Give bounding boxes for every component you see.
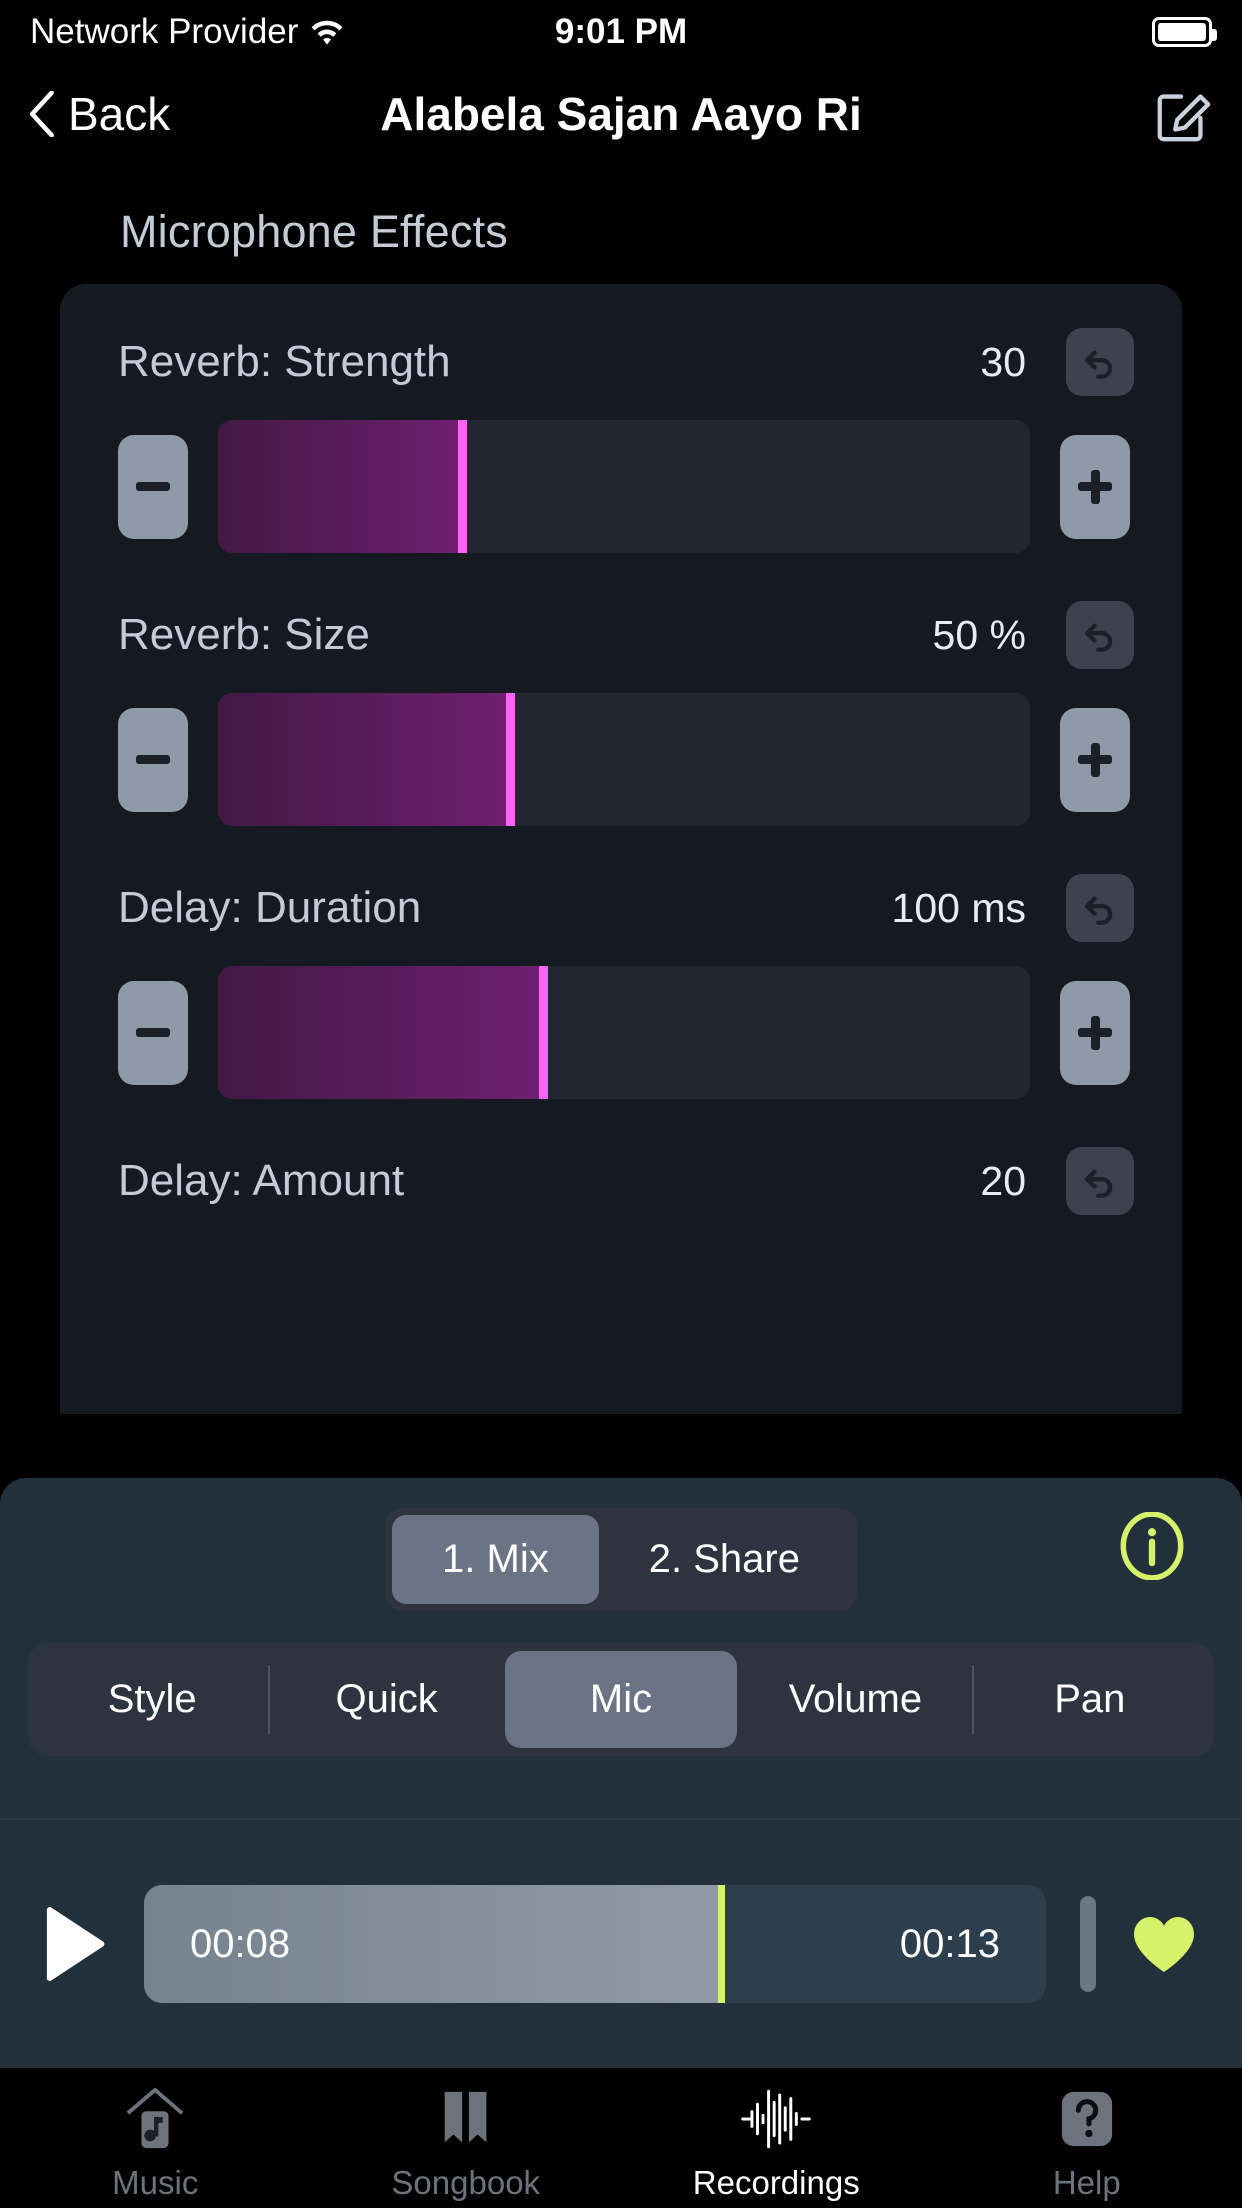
tab-bar-item-recordings[interactable]: Recordings (621, 2082, 932, 2202)
effect-header: Reverb: Strength 30 (60, 302, 1182, 402)
tab-bar-label: Recordings (692, 2164, 860, 2201)
slider-indicator (506, 693, 516, 826)
progress-playhead (718, 1885, 726, 2003)
tab-bar-item-help[interactable]: Help (932, 2082, 1242, 2202)
undo-reset-icon (1084, 896, 1113, 925)
play-icon[interactable] (44, 1906, 106, 1982)
status-bar-right (1152, 17, 1217, 47)
reset-button[interactable] (1066, 328, 1134, 396)
tab-bar-label: Music (112, 2164, 199, 2201)
drag-handle-icon[interactable] (1080, 1896, 1096, 1992)
undo-reset-icon (1084, 1169, 1113, 1198)
effect-row: Reverb: Strength 30 (60, 302, 1182, 575)
info-circle-icon[interactable] (1118, 1512, 1186, 1580)
effect-slider-track[interactable] (218, 966, 1030, 1099)
back-button-label: Back (68, 88, 171, 140)
back-button[interactable]: Back (28, 87, 170, 141)
decrement-button[interactable] (118, 980, 188, 1085)
chevron-left-icon (29, 91, 54, 137)
undo-reset-icon (1084, 623, 1113, 652)
effect-value: 20 (980, 1157, 1026, 1204)
elapsed-time: 00:08 (190, 1921, 291, 1966)
category-segmented-control: Style Quick Mic Volume Pan (28, 1643, 1214, 1756)
effect-row: Reverb: Size 50 % (60, 575, 1182, 848)
effect-label: Delay: Duration (118, 883, 422, 932)
effect-value: 30 (980, 338, 1026, 385)
increment-button[interactable] (1060, 980, 1130, 1085)
effect-slider-row (60, 402, 1182, 575)
effect-slider-row (60, 675, 1182, 848)
effect-label: Reverb: Strength (118, 337, 451, 386)
decrement-button[interactable] (118, 707, 188, 812)
slider-fill (218, 966, 543, 1099)
heart-icon[interactable] (1130, 1911, 1198, 1977)
battery-full-icon (1152, 17, 1217, 47)
progress-scrubber[interactable]: 00:08 00:13 (144, 1885, 1046, 2003)
effect-header: Delay: Duration 100 ms (60, 848, 1182, 948)
wifi-icon (312, 20, 343, 45)
nav-bar: Back Alabela Sajan Aayo Ri (0, 64, 1242, 164)
tab-bar: Music Songbook Recordings Help (0, 2068, 1242, 2208)
effect-value: 100 ms (891, 884, 1026, 931)
tab-bar-item-music[interactable]: Music (0, 2082, 311, 2202)
effect-slider-row (60, 948, 1182, 1121)
waveform-icon (739, 2082, 813, 2156)
effect-label: Reverb: Size (118, 610, 370, 659)
slider-indicator (538, 966, 548, 1099)
undo-reset-icon (1084, 350, 1113, 379)
tab-mix[interactable]: 1. Mix (392, 1515, 599, 1604)
tab-bar-item-songbook[interactable]: Songbook (311, 2082, 622, 2202)
playback-bar: 00:08 00:13 (0, 1820, 1242, 2068)
effect-slider-track[interactable] (218, 693, 1030, 826)
slider-fill (218, 420, 462, 553)
minus-icon (136, 755, 170, 764)
bottom-control-panel: 1. Mix 2. Share Style Quick Mic Volume P… (0, 1478, 1242, 2068)
increment-button[interactable] (1060, 434, 1130, 539)
remaining-time: 00:13 (899, 1921, 1000, 1966)
mode-tab-row: 1. Mix 2. Share (0, 1478, 1242, 1611)
decrement-button[interactable] (118, 434, 188, 539)
tab-volume[interactable]: Volume (739, 1651, 971, 1748)
tab-bar-label: Help (1052, 2164, 1121, 2201)
tab-share[interactable]: 2. Share (599, 1515, 850, 1604)
effect-row: Delay: Amount 20 (60, 1121, 1182, 1221)
reset-button[interactable] (1066, 601, 1134, 669)
slider-indicator (457, 420, 467, 553)
tab-quick[interactable]: Quick (270, 1651, 502, 1748)
minus-icon (136, 482, 170, 491)
minus-icon (136, 1028, 170, 1037)
effect-value: 50 % (932, 611, 1026, 658)
book-icon (435, 2082, 497, 2156)
status-bar: Network Provider 9:01 PM (0, 0, 1242, 64)
section-title: Microphone Effects (120, 206, 508, 257)
compose-edit-icon[interactable] (1152, 83, 1214, 145)
increment-button[interactable] (1060, 707, 1130, 812)
slider-fill (218, 693, 511, 826)
tab-mic[interactable]: Mic (504, 1651, 738, 1748)
tab-style[interactable]: Style (36, 1651, 268, 1748)
reset-button[interactable] (1066, 874, 1134, 942)
tab-bar-label: Songbook (391, 2164, 541, 2201)
effect-label: Delay: Amount (118, 1156, 405, 1205)
effect-slider-track[interactable] (218, 420, 1030, 553)
carrier-label: Network Provider (30, 12, 299, 51)
mode-segmented-control: 1. Mix 2. Share (385, 1508, 857, 1611)
microphone-effects-card: Reverb: Strength 30 Reverb: Size 50 % De… (60, 284, 1182, 1414)
house-music-icon (124, 2082, 186, 2156)
tab-pan[interactable]: Pan (974, 1651, 1206, 1748)
question-mark-icon (1058, 2082, 1116, 2156)
effect-header: Delay: Amount 20 (60, 1121, 1182, 1221)
effect-row: Delay: Duration 100 ms (60, 848, 1182, 1121)
status-bar-left: Network Provider (30, 12, 344, 52)
effect-header: Reverb: Size 50 % (60, 575, 1182, 675)
page-title: Alabela Sajan Aayo Ri (380, 88, 862, 140)
reset-button[interactable] (1066, 1147, 1134, 1215)
